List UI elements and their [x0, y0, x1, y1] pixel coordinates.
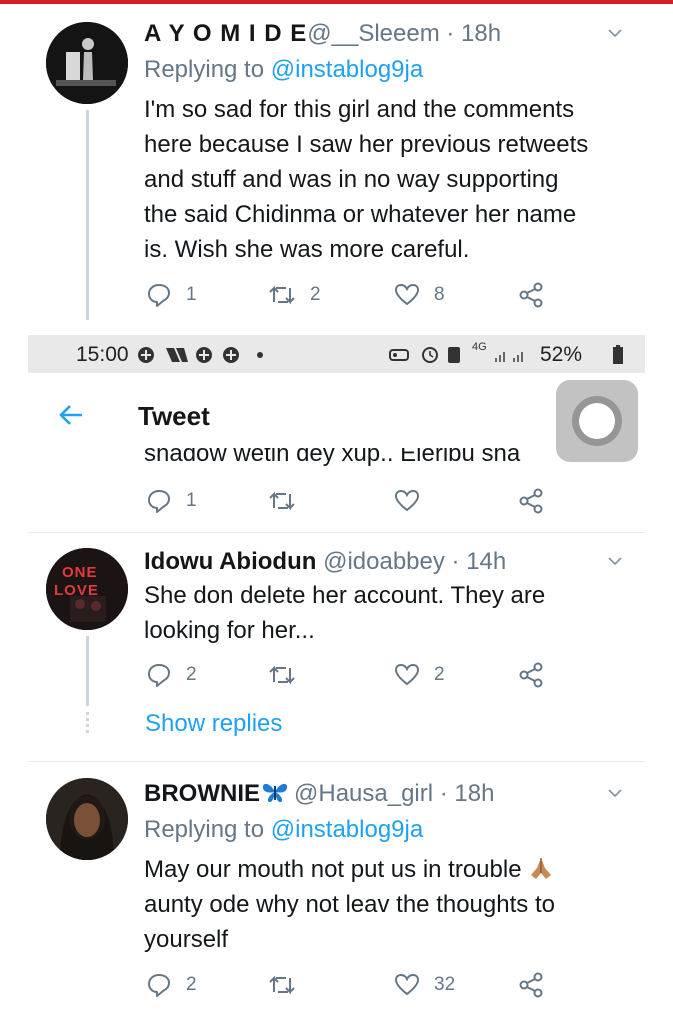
thread-line	[86, 636, 89, 706]
mention-link[interactable]: @instablog9ja	[271, 816, 423, 843]
reply-button[interactable]: 2	[146, 972, 197, 998]
chevron-down-icon[interactable]	[608, 26, 622, 40]
divider	[28, 532, 645, 533]
avatar[interactable]	[46, 22, 128, 104]
handle[interactable]: @Hausa_girl	[294, 780, 433, 807]
share-button[interactable]	[518, 972, 544, 998]
like-button[interactable]: 32	[394, 972, 455, 998]
retweet-icon	[269, 975, 295, 995]
reply-button[interactable]: 1	[146, 282, 197, 308]
tweet-actions: 2 32	[146, 972, 566, 1002]
timestamp[interactable]: · 18h	[446, 20, 501, 47]
display-name[interactable]: BROWNIE	[144, 780, 260, 807]
butterfly-icon	[262, 783, 288, 803]
like-count: 32	[434, 974, 456, 995]
show-replies-link[interactable]: Show replies	[145, 710, 282, 738]
display-name[interactable]: A Y O M I D E	[144, 20, 307, 47]
battery-icon	[613, 345, 623, 364]
display-name[interactable]: Idowu Abiodun	[144, 548, 316, 575]
divider	[28, 761, 645, 762]
retweet-icon	[269, 491, 295, 511]
tweet-actions: 1	[146, 488, 566, 518]
heart-icon	[394, 973, 420, 996]
retweet-count: 2	[310, 284, 321, 305]
reply-count: 2	[186, 974, 197, 995]
reply-icon	[148, 490, 170, 513]
reply-button[interactable]: 1	[146, 488, 197, 514]
tweet-text: I'm so sad for this girl and the comment…	[144, 96, 589, 263]
thread-line	[86, 110, 89, 320]
share-button[interactable]	[518, 282, 544, 308]
like-button[interactable]: 2	[394, 662, 445, 688]
share-icon	[519, 488, 543, 514]
reply-count: 2	[186, 664, 197, 685]
like-button[interactable]	[394, 488, 420, 514]
share-icon	[519, 972, 543, 998]
reply-icon	[148, 974, 170, 997]
status-bar: 15:00 4G 52%	[28, 335, 645, 373]
chevron-down-icon[interactable]	[608, 554, 622, 568]
replying-to: Replying to @instablog9ja	[144, 816, 424, 843]
like-count: 8	[434, 284, 445, 305]
heart-icon	[394, 489, 420, 512]
share-icon	[519, 662, 543, 688]
heart-icon	[394, 663, 420, 686]
tweet-header: A Y O M I D E@__Sleeem · 18h	[144, 20, 501, 48]
timestamp[interactable]: · 14h	[452, 548, 507, 575]
battery-percent: 52%	[540, 343, 583, 366]
share-button[interactable]	[518, 662, 544, 688]
avatar[interactable]	[46, 778, 128, 860]
retweet-icon	[269, 665, 295, 685]
back-arrow-icon[interactable]	[58, 403, 84, 427]
thread-dots	[86, 712, 89, 734]
retweet-button[interactable]: 2	[268, 282, 321, 308]
reply-count: 1	[186, 490, 197, 511]
tweet-text: May our mouth not put us in trouble aunt…	[144, 856, 555, 953]
tweet-header: BROWNIE @Hausa_girl · 18h	[144, 780, 494, 808]
system-icons	[389, 347, 523, 363]
replying-to: Replying to @instablog9ja	[144, 56, 424, 83]
like-button[interactable]: 8	[394, 282, 445, 308]
reply-button[interactable]: 2	[146, 662, 197, 688]
status-time: 15:00	[76, 343, 129, 366]
retweet-button[interactable]	[268, 488, 296, 514]
mention-link[interactable]: @instablog9ja	[271, 56, 423, 83]
clipped-tweet-text: shadow wetin dey xup.. Eleribu sha	[144, 448, 521, 466]
reply-icon	[148, 664, 170, 687]
praying-hands-icon	[531, 858, 552, 879]
retweet-button[interactable]	[268, 972, 296, 998]
tweet-actions: 1 2 8	[146, 282, 566, 312]
chevron-down-icon[interactable]	[608, 786, 622, 800]
avatar-text-love: LOVE	[54, 582, 99, 599]
avatar-text-one: ONE	[62, 564, 98, 581]
retweet-icon	[269, 285, 295, 305]
share-button[interactable]	[518, 488, 544, 514]
heart-icon	[394, 283, 420, 306]
network-type: 4G	[472, 341, 487, 353]
handle[interactable]: @__Sleeem	[307, 20, 439, 47]
top-accent-bar	[0, 0, 673, 4]
notification-icons	[138, 347, 263, 363]
share-icon	[519, 282, 543, 308]
reply-icon	[148, 284, 170, 307]
tweet-text: She don delete her account. They are loo…	[144, 582, 546, 644]
avatar[interactable]: ONE LOVE	[46, 548, 128, 630]
tweet-actions: 2 2	[146, 662, 566, 692]
reply-count: 1	[186, 284, 197, 305]
like-count: 2	[434, 664, 445, 685]
retweet-button[interactable]	[268, 662, 296, 688]
timestamp[interactable]: · 18h	[440, 780, 495, 807]
tweet-header: Idowu Abiodun @idoabbey · 14h	[144, 548, 506, 576]
page-title: Tweet	[138, 401, 210, 431]
handle[interactable]: @idoabbey	[323, 548, 445, 575]
